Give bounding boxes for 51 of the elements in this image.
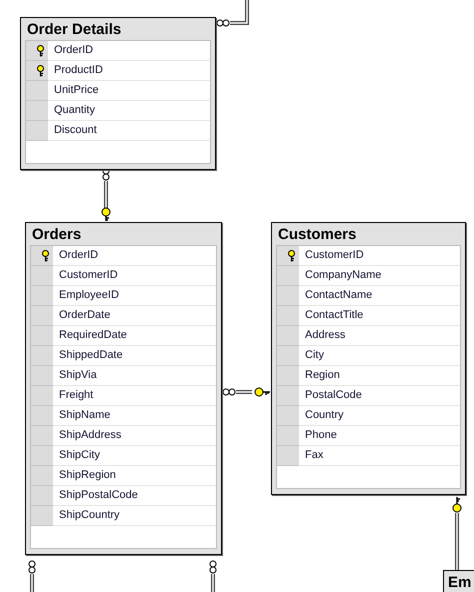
row-selector[interactable] <box>26 61 48 81</box>
column-name[interactable]: OrderDate <box>53 306 216 326</box>
column-name[interactable]: ContactTitle <box>299 306 460 326</box>
key-icon <box>288 250 295 262</box>
column-name[interactable]: EmployeeID <box>53 286 216 306</box>
table-title: Order Details <box>26 20 122 40</box>
column-name[interactable]: CustomerID <box>299 246 460 266</box>
column-name[interactable]: ShipName <box>53 406 216 426</box>
row-selector[interactable] <box>277 246 299 266</box>
column-name[interactable]: ProductID <box>48 61 210 81</box>
key-icon <box>42 250 49 262</box>
table-title: Customers <box>277 225 358 245</box>
column-name[interactable]: CompanyName <box>299 266 460 286</box>
key-icon <box>37 44 44 56</box>
column-name[interactable]: ShipAddress <box>53 426 216 446</box>
column-name[interactable]: Phone <box>299 426 460 446</box>
relationship-line[interactable] <box>452 496 462 570</box>
column-name[interactable]: Address <box>299 326 460 346</box>
column-name[interactable]: OrderID <box>48 41 210 61</box>
table-box[interactable]: Order Details OrderID ProductID UnitPrice Quantity Discount <box>20 17 216 170</box>
table-box[interactable]: Em <box>443 570 474 592</box>
column-name[interactable]: Region <box>299 366 460 386</box>
relationship-line[interactable] <box>222 388 271 396</box>
relationship-line[interactable] <box>210 560 216 592</box>
column-name[interactable]: ShipRegion <box>53 466 216 486</box>
column-name[interactable]: UnitPrice <box>48 81 210 101</box>
column-name[interactable]: PostalCode <box>299 386 460 406</box>
key-icon <box>37 64 44 76</box>
row-selector[interactable] <box>26 41 48 61</box>
column-name[interactable]: Quantity <box>48 101 210 121</box>
table-title: Orders <box>31 225 82 245</box>
column-name[interactable]: ShipPostalCode <box>53 486 216 506</box>
table-box[interactable]: Orders OrderID CustomerID EmployeeID OrderDate RequiredDate ShippedDate ShipVia Freight ShipName ShipAddress ShipCity ShipRegion ShipPostalCode ShipCountry <box>25 222 222 555</box>
column-name[interactable]: ShipCity <box>53 446 216 466</box>
table-box[interactable]: Customers CustomerID CompanyName ContactName ContactTitle Address City Region PostalCode Country Phone Fax <box>271 222 466 495</box>
column-name[interactable]: OrderID <box>53 246 216 266</box>
row-selector[interactable] <box>31 246 53 266</box>
relationship-line[interactable] <box>216 0 249 26</box>
column-name[interactable]: RequiredDate <box>53 326 216 346</box>
column-name[interactable]: ShipVia <box>53 366 216 386</box>
column-name[interactable]: City <box>299 346 460 366</box>
column-name[interactable]: Discount <box>48 121 210 141</box>
relationship-line[interactable] <box>28 560 36 592</box>
column-name[interactable]: Fax <box>299 446 460 466</box>
column-name[interactable]: Country <box>299 406 460 426</box>
column-name[interactable]: Freight <box>53 386 216 406</box>
table-title: Em <box>447 573 472 592</box>
column-name[interactable]: ContactName <box>299 286 460 306</box>
column-name[interactable]: CustomerID <box>53 266 216 286</box>
column-name[interactable]: ShipCountry <box>53 506 216 526</box>
column-name[interactable]: ShippedDate <box>53 346 216 366</box>
